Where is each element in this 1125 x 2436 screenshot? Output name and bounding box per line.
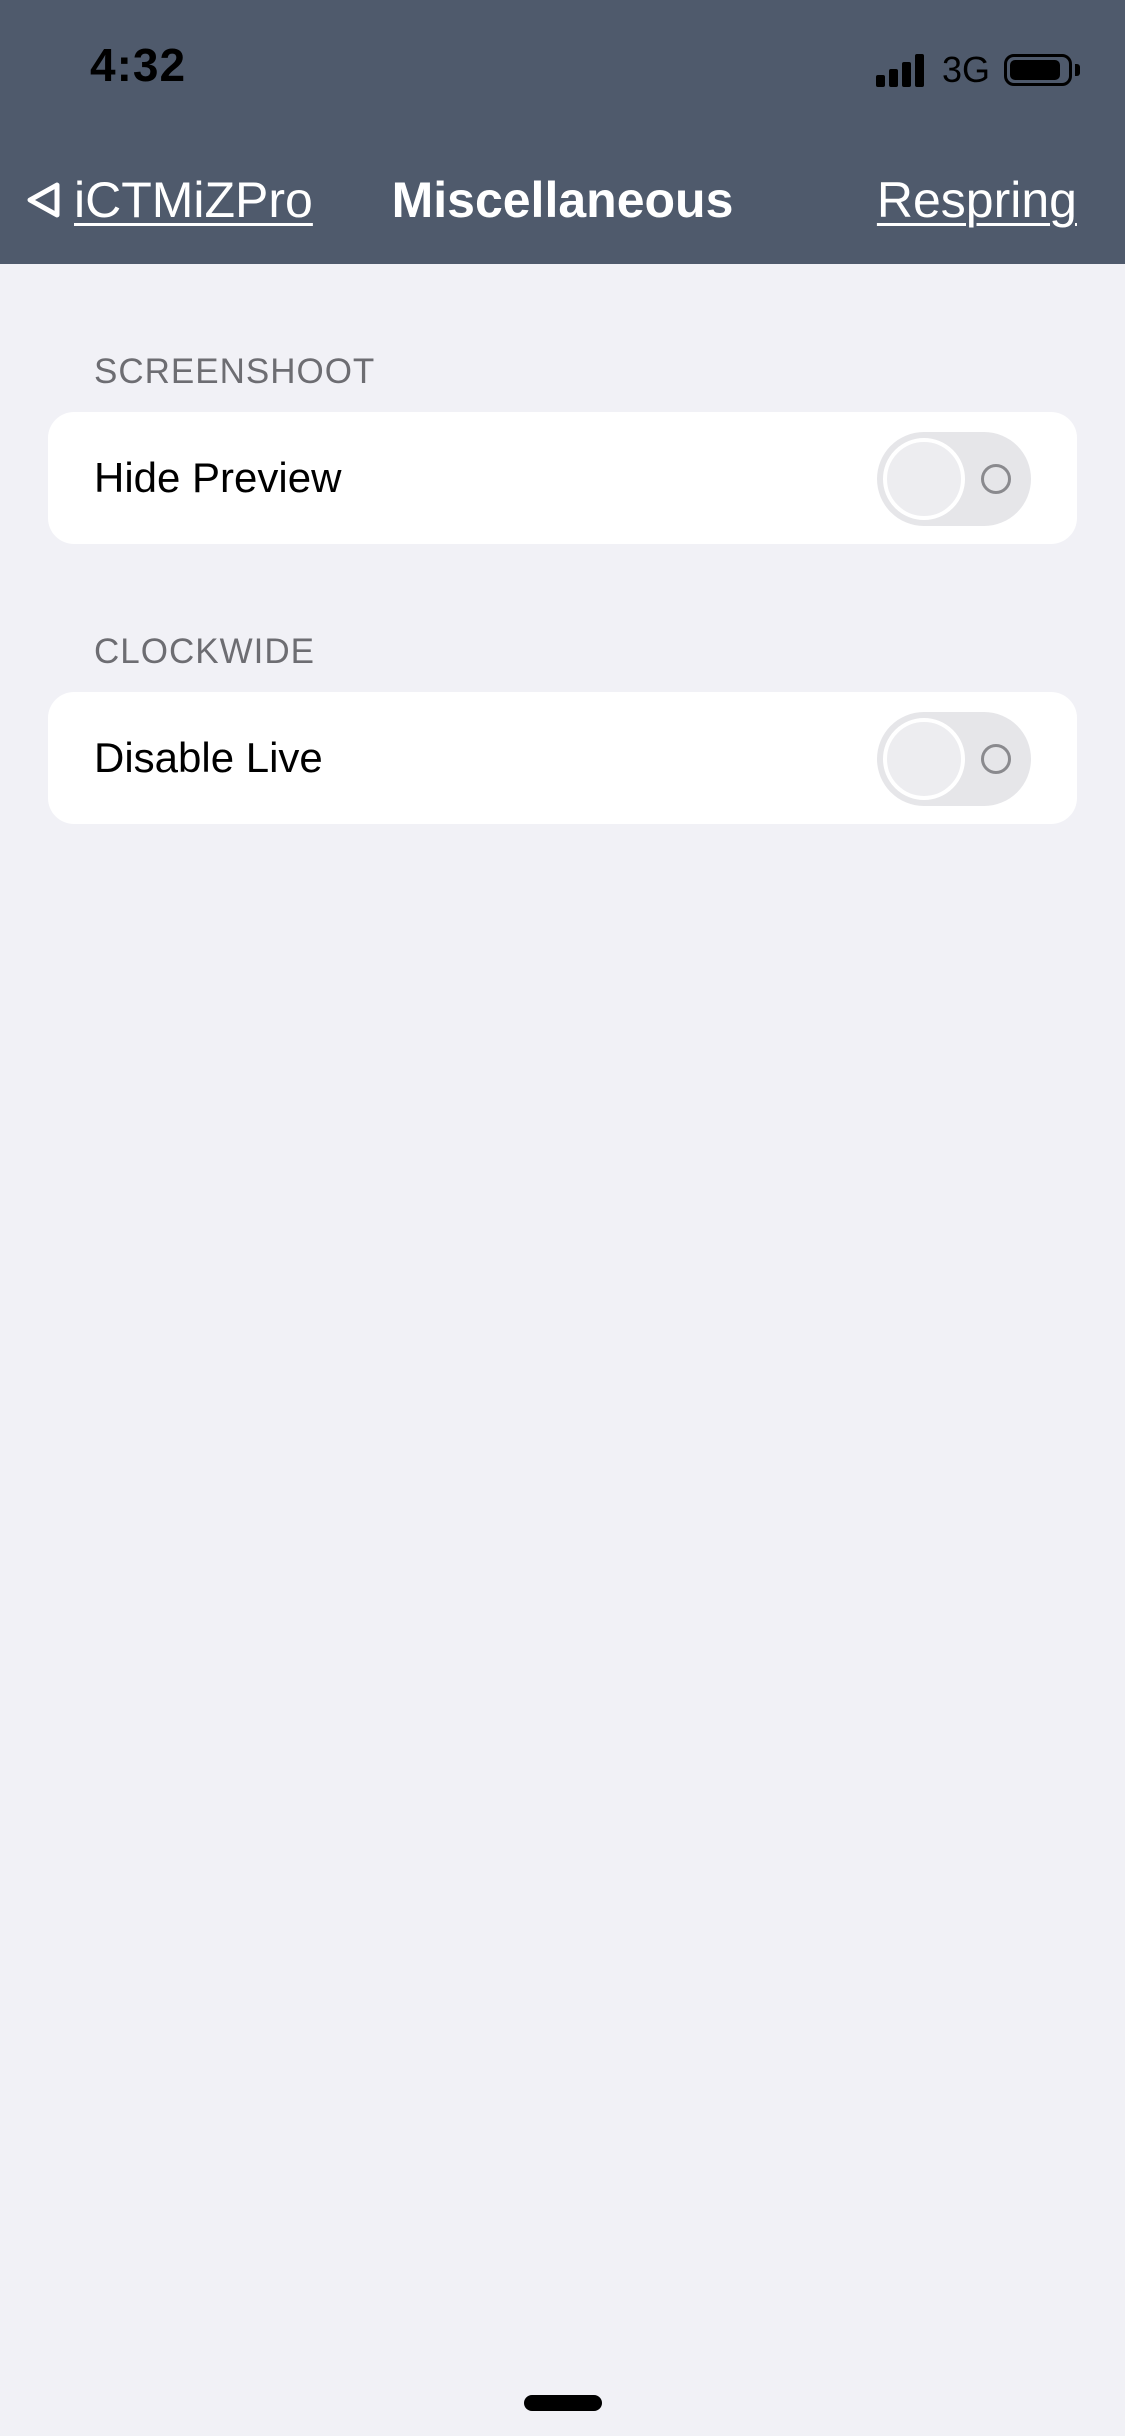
battery-fill [1010, 60, 1060, 80]
section-header-clockwide: CLOCKWIDE [94, 632, 315, 671]
settings-screen: 4:32 3G iCTMiZPro Miscellaneous Respring… [0, 0, 1125, 2436]
navigation-header: 4:32 3G iCTMiZPro Miscellaneous Respring [0, 0, 1125, 264]
battery-icon [1004, 54, 1072, 86]
home-indicator[interactable] [524, 2395, 602, 2411]
toggle-off-indicator-icon [981, 464, 1011, 494]
disable-live-toggle[interactable] [877, 712, 1031, 806]
toggle-knob [883, 718, 965, 800]
toggle-knob [883, 438, 965, 520]
respring-button[interactable]: Respring [877, 168, 1077, 232]
status-indicators: 3G [875, 48, 1080, 92]
hide-preview-toggle[interactable] [877, 432, 1031, 526]
battery-cap [1075, 64, 1080, 76]
settings-cell-disable-live: Disable Live [48, 692, 1077, 824]
network-type-label: 3G [941, 49, 990, 90]
toggle-off-indicator-icon [981, 744, 1011, 774]
cellular-signal-icon [875, 53, 928, 87]
section-header-screenshoot: SCREENSHOOT [94, 352, 376, 391]
settings-cell-hide-preview: Hide Preview [48, 412, 1077, 544]
cell-label: Hide Preview [94, 454, 342, 501]
status-time: 4:32 [90, 39, 187, 91]
cell-label: Disable Live [94, 734, 323, 781]
